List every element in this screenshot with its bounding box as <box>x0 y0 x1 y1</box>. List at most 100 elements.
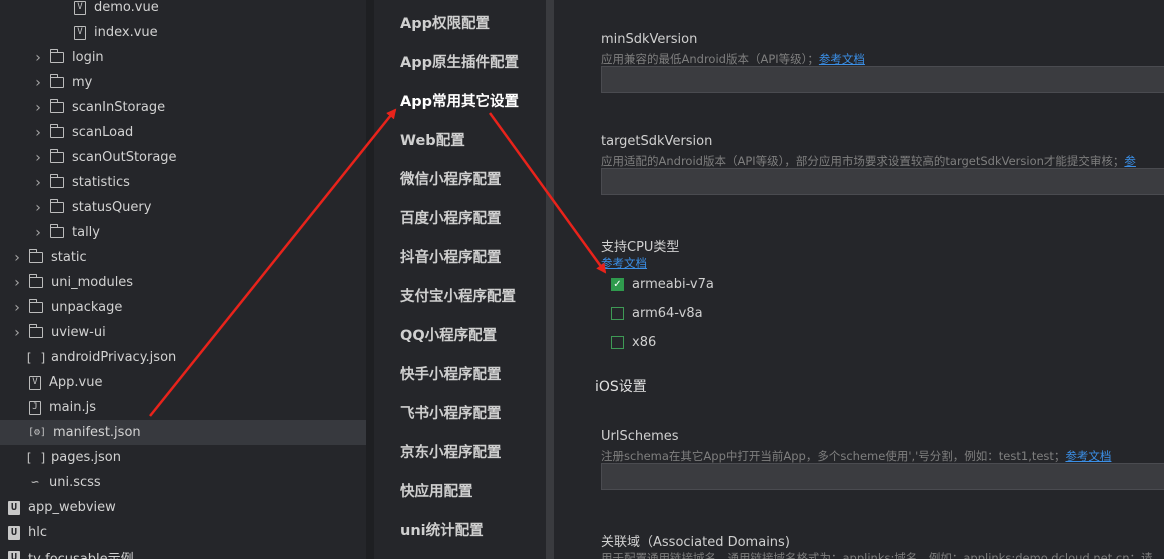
chevron-right-icon[interactable]: › <box>32 75 44 91</box>
tree-folder[interactable]: › scanOutStorage <box>0 145 366 170</box>
tree-item-label: scanLoad <box>72 125 134 140</box>
nav-item[interactable]: Web配置 <box>400 129 465 150</box>
target-sdk-doc-link[interactable]: 参 <box>1124 154 1136 168</box>
nav-item[interactable]: App原生插件配置 <box>400 51 519 72</box>
chevron-right-icon[interactable]: › <box>32 125 44 141</box>
tree-file[interactable]: [⚙] manifest.json <box>0 420 366 445</box>
vue-file-icon: V <box>29 375 41 390</box>
tree-item-label: tally <box>72 225 100 240</box>
tree-folder[interactable]: › uni_modules <box>0 270 366 295</box>
tree-item-label: pages.json <box>51 450 121 465</box>
tree-file[interactable]: Jmain.js <box>0 395 366 420</box>
min-sdk-doc-link[interactable]: 参考文档 <box>819 52 865 66</box>
nav-item[interactable]: 百度小程序配置 <box>400 207 502 228</box>
checkbox-unchecked[interactable] <box>611 336 624 349</box>
tree-folder[interactable]: › statusQuery <box>0 195 366 220</box>
vue-file-icon: V <box>74 25 86 40</box>
vue-file-icon: V <box>74 0 86 15</box>
tree-item-label: uview-ui <box>51 325 106 340</box>
tree-item-label: unpackage <box>51 300 123 315</box>
checkbox-checked[interactable]: ✓ <box>611 278 624 291</box>
tree-folder[interactable]: › my <box>0 70 366 95</box>
project-icon: U <box>8 525 20 540</box>
chevron-right-icon[interactable]: › <box>11 300 23 316</box>
nav-item[interactable]: uni统计配置 <box>400 519 484 540</box>
folder-icon <box>28 324 43 338</box>
folder-icon <box>49 199 64 213</box>
settings-content: minSdkVersion 应用兼容的最低Android版本（API等级）；参考… <box>554 0 1164 559</box>
cpu-option-label: armeabi-v7a <box>632 277 714 292</box>
associated-domains-label: 关联域（Associated Domains) <box>601 535 790 550</box>
tree-file[interactable]: Uapp_webview <box>0 495 366 520</box>
folder-icon <box>28 299 43 313</box>
tree-file[interactable]: Utv-focusable示例 <box>0 545 366 559</box>
cpu-option[interactable]: x86 <box>611 335 656 350</box>
tree-item-label: app_webview <box>28 500 116 515</box>
tree-item-label: uni_modules <box>51 275 134 290</box>
min-sdk-desc: 应用兼容的最低Android版本（API等级）；参考文档 <box>601 52 865 66</box>
chevron-right-icon[interactable]: › <box>32 100 44 116</box>
nav-item[interactable]: App常用其它设置 <box>400 90 519 111</box>
nav-item[interactable]: 快手小程序配置 <box>400 363 502 384</box>
cpu-option[interactable]: arm64-v8a <box>611 306 703 321</box>
tree-file[interactable]: [ ] pages.json <box>0 445 366 470</box>
chevron-right-icon[interactable]: › <box>32 200 44 216</box>
url-schemes-label: UrlSchemes <box>601 429 679 444</box>
checkbox-unchecked[interactable] <box>611 307 624 320</box>
settings-nav: App权限配置 App原生插件配置 App常用其它设置 Web配置微信小程序配置 百度小… <box>374 0 546 559</box>
tree-folder[interactable]: › statistics <box>0 170 366 195</box>
chevron-right-icon[interactable]: › <box>32 225 44 241</box>
project-icon: U <box>8 500 20 515</box>
min-sdk-input[interactable] <box>601 66 1164 93</box>
associated-domains-desc: 用于配置通用链接域名，通用链接域名格式为：applinks:域名，例如：appl… <box>601 551 1153 559</box>
folder-icon <box>28 274 43 288</box>
tree-folder[interactable]: › scanLoad <box>0 120 366 145</box>
tree-file[interactable]: Uhlc <box>0 520 366 545</box>
url-schemes-input[interactable] <box>601 463 1164 490</box>
nav-item[interactable]: 飞书小程序配置 <box>400 402 502 423</box>
nav-item[interactable]: 微信小程序配置 <box>400 168 502 189</box>
cpu-option[interactable]: ✓ armeabi-v7a <box>611 277 714 292</box>
tree-folder[interactable]: › tally <box>0 220 366 245</box>
chevron-right-icon[interactable]: › <box>11 275 23 291</box>
nav-item[interactable]: 抖音小程序配置 <box>400 246 502 267</box>
tree-item-label: statusQuery <box>72 200 152 215</box>
file-tree: Vdemo.vue Vindex.vue › login › my › scanInStora… <box>0 0 366 559</box>
tree-folder[interactable]: › uview-ui <box>0 320 366 345</box>
tree-file[interactable]: V App.vue <box>0 370 366 395</box>
sass-file-icon: ∽ <box>31 475 39 490</box>
min-sdk-label: minSdkVersion <box>601 32 698 47</box>
chevron-right-icon[interactable]: › <box>32 50 44 66</box>
cpu-doc-link[interactable]: 参考文档 <box>601 255 647 271</box>
tree-file[interactable]: Vindex.vue <box>0 20 366 45</box>
tree-file[interactable]: [ ] androidPrivacy.json <box>0 345 366 370</box>
tree-folder[interactable]: › login <box>0 45 366 70</box>
panel-divider[interactable] <box>546 0 554 559</box>
tree-item-label: login <box>72 50 104 65</box>
tree-file[interactable]: Vdemo.vue <box>0 0 366 20</box>
tree-item-label: scanInStorage <box>72 100 166 115</box>
nav-item[interactable]: 京东小程序配置 <box>400 441 502 462</box>
tree-item-label: tv-focusable示例 <box>28 548 134 559</box>
nav-item[interactable]: 支付宝小程序配置 <box>400 285 516 306</box>
chevron-right-icon[interactable]: › <box>32 175 44 191</box>
tree-item-label: manifest.json <box>53 425 141 440</box>
target-sdk-input[interactable] <box>601 168 1164 195</box>
tree-folder[interactable]: › static <box>0 245 366 270</box>
chevron-right-icon[interactable]: › <box>11 250 23 266</box>
nav-item[interactable]: 快应用配置 <box>400 480 473 501</box>
tree-folder[interactable]: › scanInStorage <box>0 95 366 120</box>
tree-item-label: main.js <box>49 400 96 415</box>
panel-divider[interactable] <box>366 0 374 559</box>
target-sdk-desc: 应用适配的Android版本（API等级），部分应用市场要求设置较高的targe… <box>601 154 1136 168</box>
tree-folder[interactable]: › unpackage <box>0 295 366 320</box>
chevron-right-icon[interactable]: › <box>32 150 44 166</box>
folder-icon <box>49 99 64 113</box>
folder-icon <box>49 49 64 63</box>
chevron-right-icon[interactable]: › <box>11 325 23 341</box>
tree-file[interactable]: ∽ uni.scss <box>0 470 366 495</box>
cpu-option-label: arm64-v8a <box>632 306 703 321</box>
nav-item[interactable]: App权限配置 <box>400 12 490 33</box>
nav-item[interactable]: QQ小程序配置 <box>400 324 497 345</box>
url-schemes-doc-link[interactable]: 参考文档 <box>1065 449 1111 463</box>
